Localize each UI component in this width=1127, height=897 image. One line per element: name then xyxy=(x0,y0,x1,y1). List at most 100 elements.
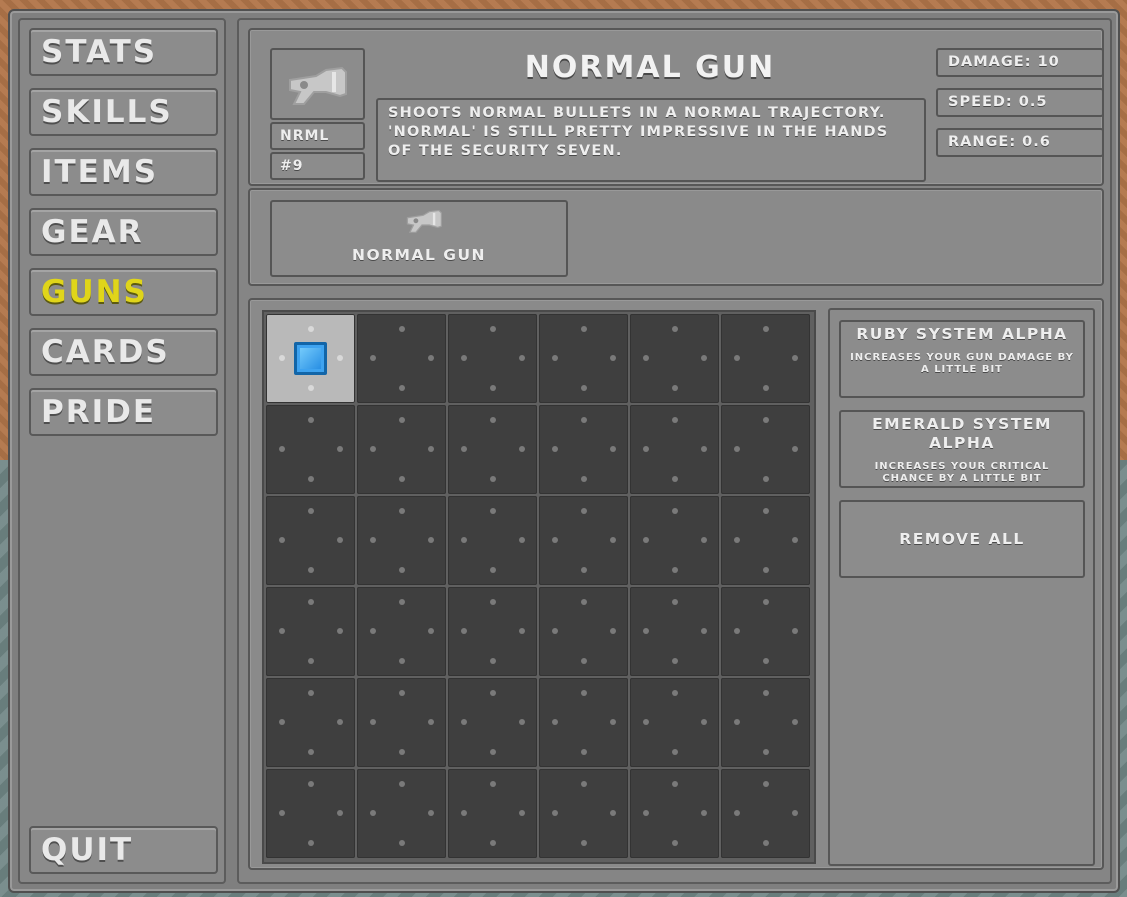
socket-dot xyxy=(490,385,496,391)
gun-icon xyxy=(406,209,442,233)
socket-dot xyxy=(428,355,434,361)
socket-dot xyxy=(763,508,769,514)
mod-slot[interactable] xyxy=(266,496,355,585)
mod-description: INCREASES YOUR CRITICAL CHANCE BY A LITT… xyxy=(874,461,1050,484)
socket-dot xyxy=(308,417,314,423)
socket-dot xyxy=(428,810,434,816)
mod-slot[interactable] xyxy=(357,587,446,676)
mod-ruby-system-alpha[interactable]: RUBY SYSTEM ALPHA INCREASES YOUR GUN DAM… xyxy=(839,320,1085,398)
socket-dot xyxy=(581,476,587,482)
mod-slot[interactable] xyxy=(357,496,446,585)
gun-portrait xyxy=(270,48,365,120)
nav-pride[interactable]: PRIDE xyxy=(29,388,218,436)
mod-slot[interactable] xyxy=(266,678,355,767)
socket-dot xyxy=(399,508,405,514)
socket-dot xyxy=(279,628,285,634)
gun-number: #9 xyxy=(270,152,365,180)
quit-button[interactable]: QUIT xyxy=(29,826,218,874)
socket-dot xyxy=(337,537,343,543)
mod-slot[interactable] xyxy=(539,405,628,494)
mod-slot[interactable] xyxy=(448,496,537,585)
socket-dot xyxy=(643,446,649,452)
mod-slot[interactable] xyxy=(721,678,810,767)
mod-slot[interactable] xyxy=(539,314,628,403)
socket-dot xyxy=(763,781,769,787)
socket-dot xyxy=(763,690,769,696)
blue-gem-icon[interactable] xyxy=(294,342,327,375)
socket-dot xyxy=(490,749,496,755)
nav-stats[interactable]: STATS xyxy=(29,28,218,76)
socket-dot xyxy=(581,567,587,573)
gun-description: SHOOTS NORMAL BULLETS IN A NORMAL TRAJEC… xyxy=(376,98,926,182)
mod-slot[interactable] xyxy=(357,678,446,767)
socket-dot xyxy=(428,628,434,634)
mod-slot[interactable] xyxy=(539,496,628,585)
gun-card-normal[interactable]: NORMAL GUN xyxy=(270,200,568,277)
nav-gear[interactable]: GEAR xyxy=(29,208,218,256)
socket-dot xyxy=(763,599,769,605)
mod-slot[interactable] xyxy=(266,405,355,494)
mod-slot[interactable] xyxy=(630,496,719,585)
mod-slot[interactable] xyxy=(357,314,446,403)
socket-dot xyxy=(581,385,587,391)
mod-slot[interactable] xyxy=(266,769,355,858)
mod-emerald-system-alpha[interactable]: EMERALD SYSTEM ALPHA INCREASES YOUR CRIT… xyxy=(839,410,1085,488)
mod-slot[interactable] xyxy=(539,769,628,858)
socket-dot xyxy=(279,355,285,361)
mod-slot[interactable] xyxy=(721,496,810,585)
mod-slot[interactable] xyxy=(630,678,719,767)
nav-skills[interactable]: SKILLS xyxy=(29,88,218,136)
mod-slot[interactable] xyxy=(721,314,810,403)
socket-dot xyxy=(337,719,343,725)
socket-dot xyxy=(490,326,496,332)
mod-slot[interactable] xyxy=(630,769,719,858)
socket-dot xyxy=(734,355,740,361)
mod-slot[interactable] xyxy=(721,405,810,494)
socket-dot xyxy=(399,476,405,482)
nav-items[interactable]: ITEMS xyxy=(29,148,218,196)
nav-guns[interactable]: GUNS xyxy=(29,268,218,316)
socket-dot xyxy=(734,537,740,543)
socket-dot xyxy=(490,781,496,787)
mod-slot[interactable] xyxy=(539,587,628,676)
mod-name: EMERALD SYSTEM ALPHA xyxy=(872,415,1052,452)
mod-slot[interactable] xyxy=(448,405,537,494)
mod-slot[interactable] xyxy=(539,678,628,767)
mod-slot[interactable] xyxy=(266,587,355,676)
mod-slot[interactable] xyxy=(630,314,719,403)
socket-dot xyxy=(461,719,467,725)
socket-dot xyxy=(399,840,405,846)
mod-slot[interactable] xyxy=(721,587,810,676)
socket-dot xyxy=(308,385,314,391)
socket-dot xyxy=(581,840,587,846)
socket-dot xyxy=(519,355,525,361)
mod-slot[interactable] xyxy=(448,769,537,858)
mod-slot[interactable] xyxy=(721,769,810,858)
mod-slot[interactable] xyxy=(630,405,719,494)
socket-dot xyxy=(490,840,496,846)
socket-dot xyxy=(792,355,798,361)
mod-slot[interactable] xyxy=(357,405,446,494)
speed-stat: SPEED: 0.5 xyxy=(936,88,1104,117)
socket-dot xyxy=(552,810,558,816)
range-stat: RANGE: 0.6 xyxy=(936,128,1104,157)
gun-icon xyxy=(289,66,347,105)
socket-dot xyxy=(490,508,496,514)
socket-dot xyxy=(308,508,314,514)
socket-dot xyxy=(337,355,343,361)
mod-slot[interactable] xyxy=(448,587,537,676)
remove-all-button[interactable]: REMOVE ALL xyxy=(839,500,1085,578)
socket-dot xyxy=(370,719,376,725)
socket-dot xyxy=(610,719,616,725)
socket-dot xyxy=(792,719,798,725)
mod-slot[interactable] xyxy=(630,587,719,676)
mod-slot[interactable] xyxy=(357,769,446,858)
mod-slot[interactable] xyxy=(448,314,537,403)
mod-slot[interactable] xyxy=(266,314,355,403)
socket-dot xyxy=(643,537,649,543)
mod-slot[interactable] xyxy=(448,678,537,767)
socket-dot xyxy=(643,719,649,725)
nav-cards[interactable]: CARDS xyxy=(29,328,218,376)
socket-dot xyxy=(308,749,314,755)
mod-area: RUBY SYSTEM ALPHA INCREASES YOUR GUN DAM… xyxy=(248,298,1104,870)
